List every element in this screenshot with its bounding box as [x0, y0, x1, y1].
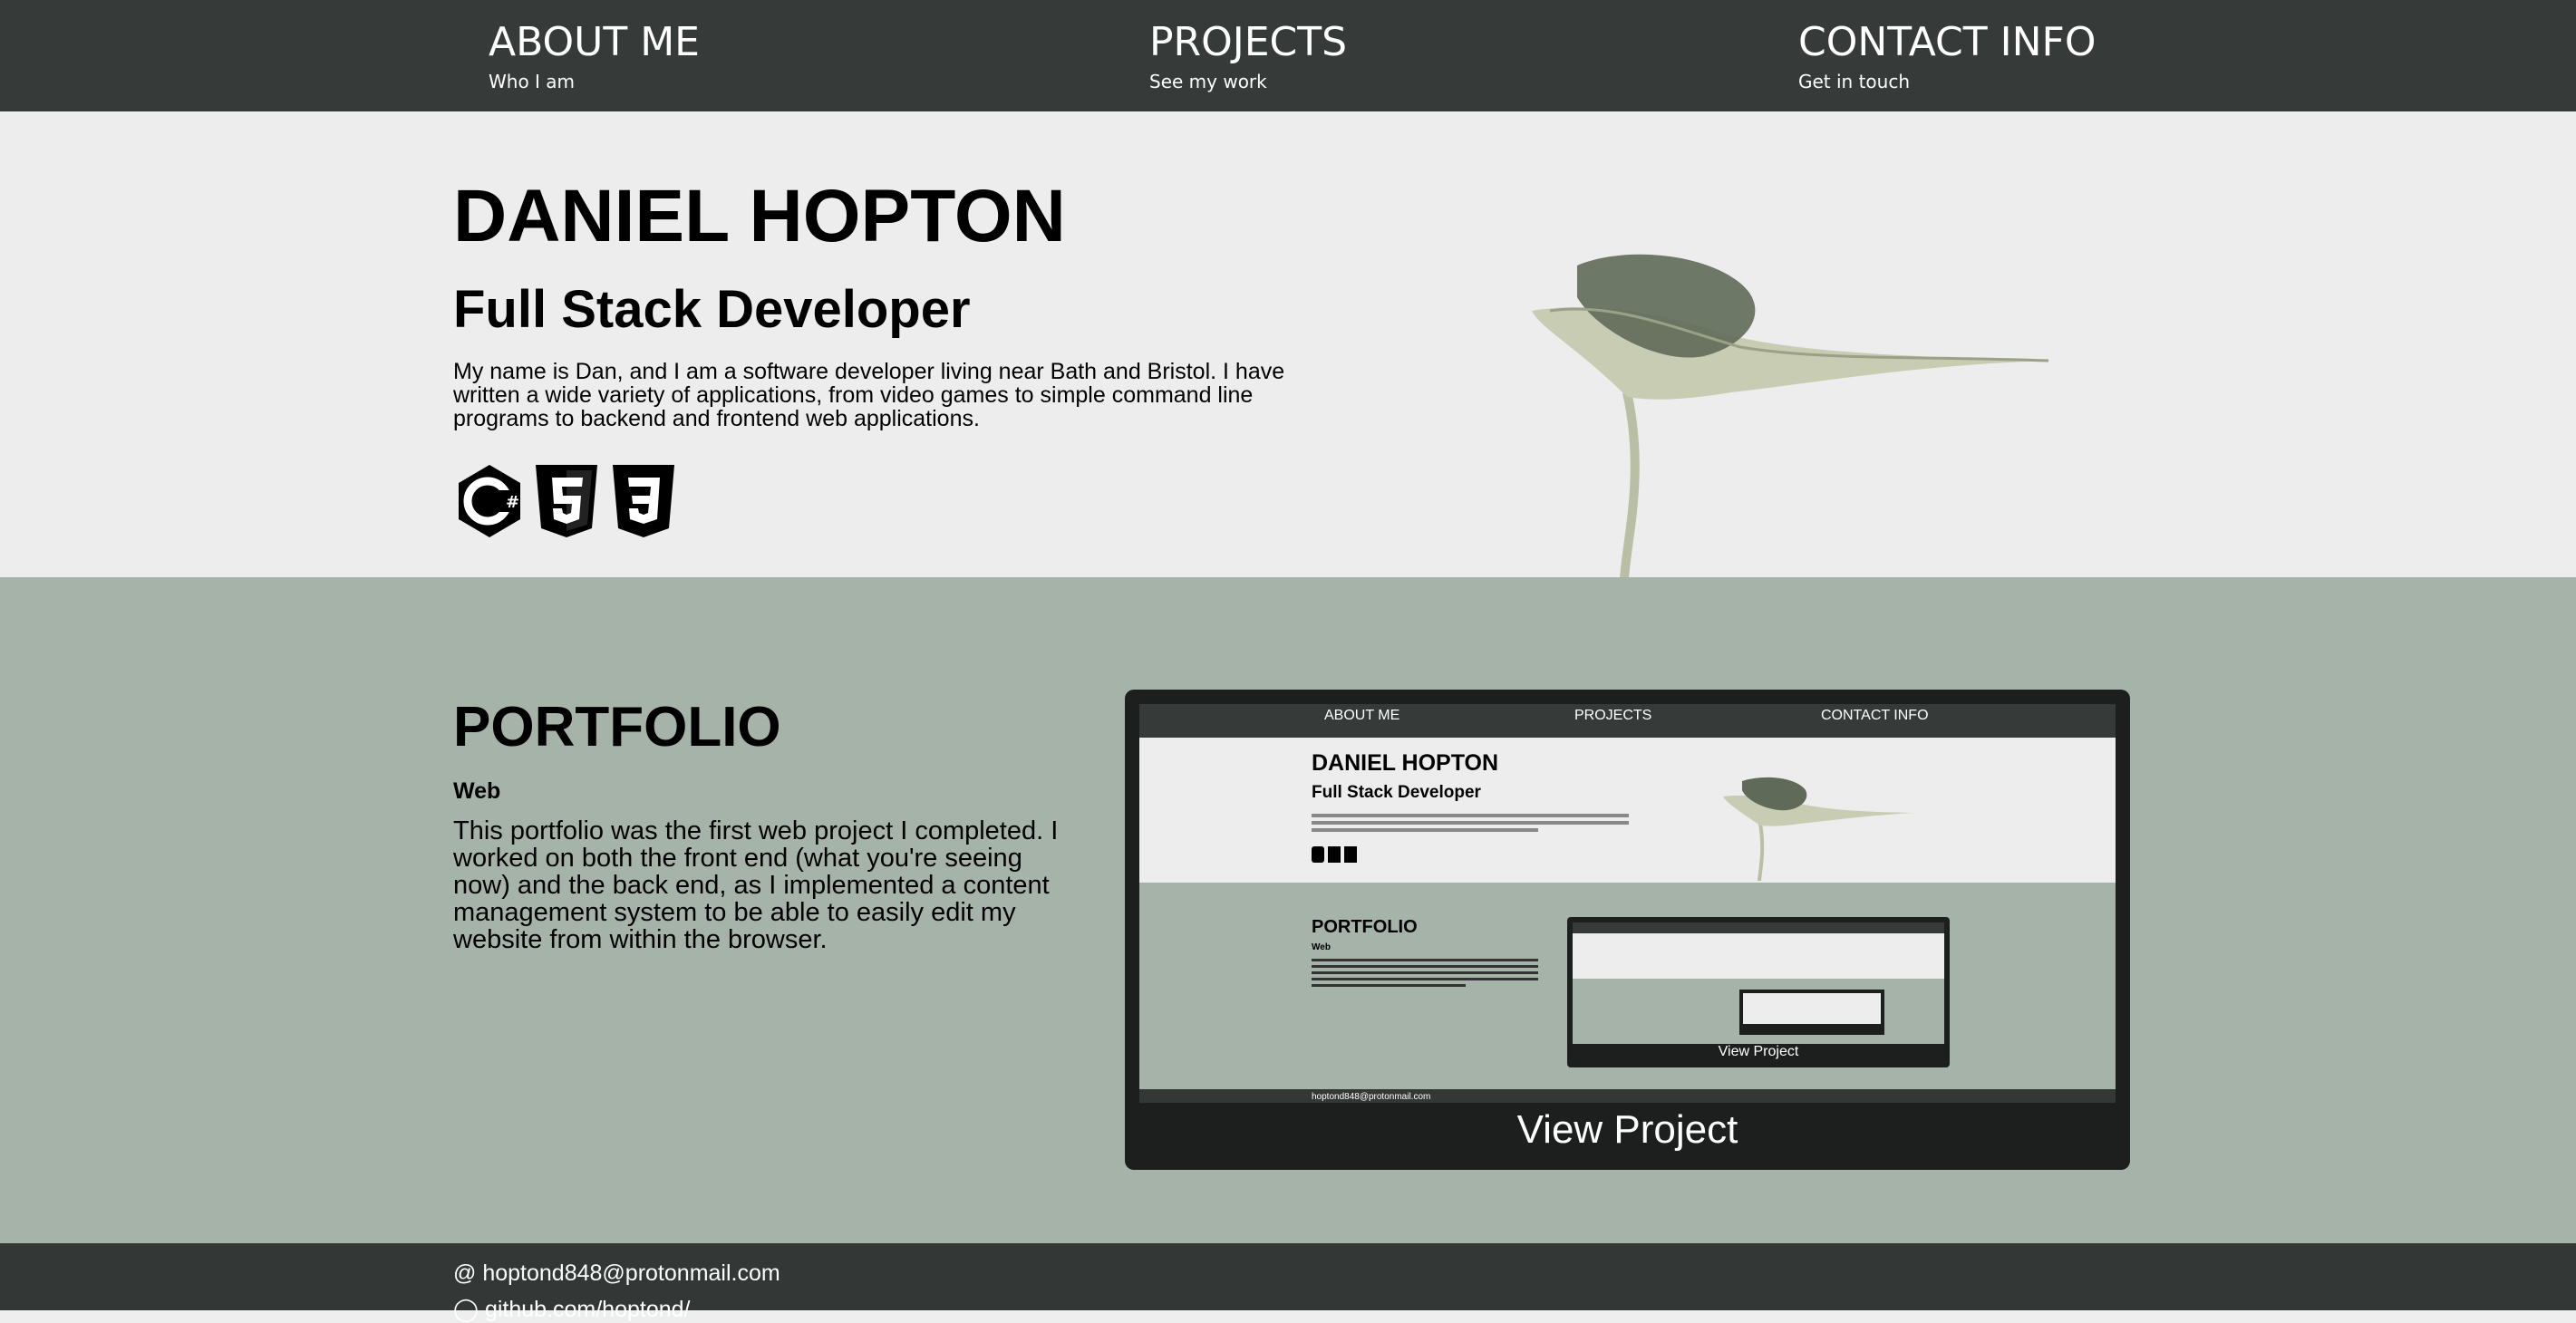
nav-item-subtitle: Get in touch [1798, 71, 1911, 92]
css3-icon [613, 465, 674, 537]
preview-nav: ABOUT ME PROJECTS CONTACT INFO [1139, 704, 2116, 738]
preview-footer-email: hoptond848@protonmail.com [1312, 1092, 1431, 1102]
preview-portfolio-heading: PORTFOLIO [1312, 917, 1418, 937]
project-preview-card[interactable]: ABOUT ME PROJECTS CONTACT INFO DANIEL HO… [1125, 690, 2130, 1170]
preview-name: DANIEL HOPTON [1312, 750, 1499, 776]
view-project-button[interactable]: View Project [1139, 1103, 2116, 1157]
footer-email: hoptond848@protonmail.com [482, 1260, 780, 1286]
nav-item-title: CONTACT INFO [1798, 19, 2097, 65]
preview-nav-label: ABOUT ME [1324, 708, 1400, 723]
leaf-illustration [1532, 254, 2049, 577]
preview-nested-action: View Project [1718, 1044, 1799, 1059]
footer-email-row[interactable]: @ hoptond848@protonmail.com [453, 1260, 780, 1287]
project-category: Web [453, 778, 501, 804]
nav-item-projects[interactable]: PROJECTS See my work [1149, 14, 1347, 92]
project-screenshot: ABOUT ME PROJECTS CONTACT INFO DANIEL HO… [1139, 704, 2116, 1139]
project-description: This portfolio was the first web project… [453, 816, 1059, 954]
preview-role: Full Stack Developer [1312, 783, 1481, 802]
at-icon: @ [453, 1260, 477, 1286]
preview-hero: DANIEL HOPTON Full Stack Developer [1139, 738, 2116, 883]
nav-item-title: PROJECTS [1149, 19, 1348, 65]
footer: @ hoptond848@protonmail.com ◯ github.com… [0, 1243, 2576, 1322]
portfolio-section: PORTFOLIO Web This portfolio was the fir… [0, 577, 2576, 1243]
nav-item-subtitle: See my work [1149, 71, 1267, 92]
footer-github-row[interactable]: ◯ github.com/hoptond/ [453, 1296, 691, 1323]
preview-portfolio: PORTFOLIO Web View Project [1139, 883, 2116, 1089]
nav-item-title: ABOUT ME [489, 19, 700, 65]
hero-section: DANIEL HOPTON Full Stack Developer My na… [0, 111, 2576, 577]
preview-nested-card: View Project [1567, 917, 1950, 1067]
nav-item-subtitle: Who I am [489, 71, 576, 92]
github-icon: ◯ [453, 1297, 479, 1322]
role-heading: Full Stack Developer [453, 280, 971, 339]
nav-item-contact-info[interactable]: CONTACT INFO Get in touch [1798, 14, 2096, 92]
csharp-icon: # [459, 465, 520, 537]
svg-text:#: # [506, 493, 519, 512]
nav-item-about-me[interactable]: ABOUT ME Who I am [489, 14, 700, 92]
footer-github: github.com/hoptond/ [484, 1297, 691, 1322]
html5-icon [536, 465, 597, 537]
page-title: DANIEL HOPTON [453, 175, 1066, 257]
preview-nav-label: PROJECTS [1574, 708, 1652, 723]
portfolio-heading: PORTFOLIO [453, 696, 781, 758]
preview-category: Web [1312, 942, 1331, 952]
bio-text: My name is Dan, and I am a software deve… [453, 359, 1285, 431]
preview-nav-label: CONTACT INFO [1821, 708, 1929, 723]
top-nav: ABOUT ME Who I am PROJECTS See my work C… [0, 0, 2576, 111]
